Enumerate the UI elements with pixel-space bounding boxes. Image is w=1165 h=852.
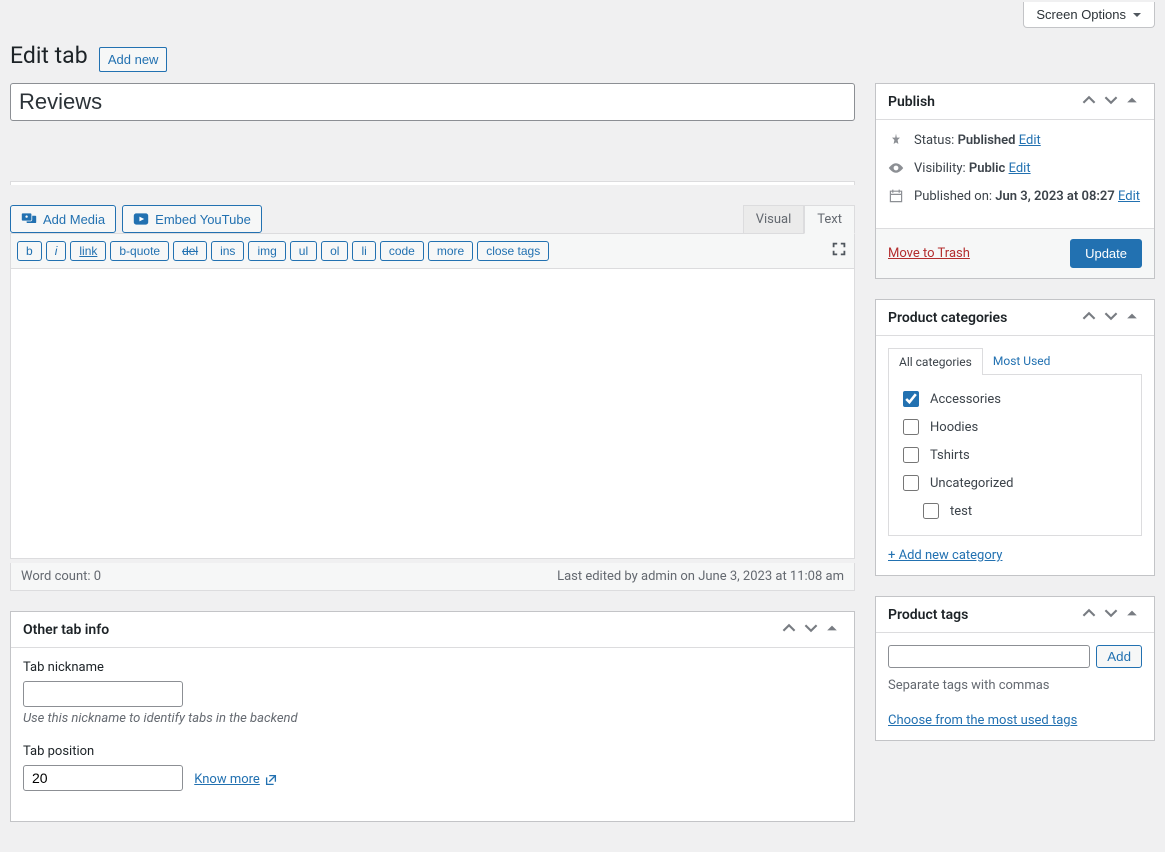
toggle-icon[interactable] [822, 622, 842, 638]
other-tab-title: Other tab info [23, 622, 778, 638]
published-label: Published on: [914, 189, 992, 204]
know-more-label: Know more [194, 772, 260, 787]
category-item: Uncategorized [899, 469, 1131, 497]
nickname-label: Tab nickname [23, 660, 842, 675]
position-input[interactable] [23, 765, 183, 791]
move-down-icon[interactable] [1100, 309, 1122, 327]
qt-img[interactable]: img [248, 241, 285, 261]
publish-title: Publish [888, 94, 1078, 110]
qt-ul[interactable]: ul [290, 241, 317, 261]
category-item: test [899, 497, 1131, 525]
category-item: Accessories [899, 385, 1131, 413]
move-to-trash-link[interactable]: Move to Trash [888, 246, 970, 261]
content-textarea[interactable] [10, 269, 855, 559]
category-list: Accessories Hoodies Tshirts Uncategorized te… [888, 374, 1142, 536]
qt-close[interactable]: close tags [477, 241, 549, 261]
qt-bquote[interactable]: b-quote [110, 241, 169, 261]
categories-title: Product categories [888, 310, 1078, 326]
tab-text[interactable]: Text [804, 205, 855, 234]
category-checkbox[interactable] [923, 503, 939, 519]
qt-more[interactable]: more [428, 241, 473, 261]
move-down-icon[interactable] [1100, 606, 1122, 624]
toggle-icon[interactable] [1122, 94, 1142, 110]
category-label: Uncategorized [930, 476, 1013, 491]
move-down-icon[interactable] [800, 621, 822, 639]
toggle-icon[interactable] [1122, 310, 1142, 326]
add-media-button[interactable]: Add Media [10, 205, 116, 233]
add-new-category-link[interactable]: + Add new category [888, 548, 1002, 563]
visibility-label: Visibility: [914, 161, 966, 176]
position-label: Tab position [23, 744, 842, 759]
qt-ins[interactable]: ins [211, 241, 244, 261]
tag-input[interactable] [888, 645, 1090, 668]
qt-bold[interactable]: b [17, 241, 42, 261]
post-title-input[interactable] [10, 83, 855, 121]
category-checkbox[interactable] [903, 475, 919, 491]
category-item: Hoodies [899, 413, 1131, 441]
category-label: test [950, 504, 972, 519]
tab-most-used[interactable]: Most Used [983, 348, 1061, 375]
move-down-icon[interactable] [1100, 93, 1122, 111]
qt-ol[interactable]: ol [321, 241, 348, 261]
category-item: Tshirts [899, 441, 1131, 469]
move-up-icon[interactable] [778, 621, 800, 639]
add-new-button[interactable]: Add new [99, 47, 168, 72]
published-value: Jun 3, 2023 at 08:27 [995, 189, 1114, 204]
chevron-down-icon [1132, 10, 1142, 20]
embed-youtube-label: Embed YouTube [155, 212, 251, 227]
update-button[interactable]: Update [1070, 239, 1142, 268]
nickname-hint: Use this nickname to identify tabs in th… [23, 711, 842, 726]
qt-link[interactable]: link [70, 241, 106, 261]
nickname-input[interactable] [23, 681, 183, 707]
visibility-value: Public [969, 161, 1005, 176]
qt-del[interactable]: del [173, 241, 207, 261]
embed-youtube-button[interactable]: Embed YouTube [122, 205, 262, 233]
editor-top-bar [10, 181, 855, 185]
calendar-icon [888, 188, 904, 204]
category-label: Hoodies [930, 420, 978, 435]
category-label: Tshirts [930, 448, 970, 463]
published-edit-link[interactable]: Edit [1118, 189, 1140, 204]
tab-all-categories[interactable]: All categories [888, 348, 983, 375]
add-tag-button[interactable]: Add [1096, 645, 1142, 668]
qt-code[interactable]: code [380, 241, 424, 261]
category-label: Accessories [930, 392, 1001, 407]
tab-visual[interactable]: Visual [743, 205, 805, 234]
external-link-icon [264, 773, 278, 787]
media-icon [21, 211, 37, 227]
toggle-icon[interactable] [1122, 607, 1142, 623]
word-count: Word count: 0 [21, 569, 101, 584]
screen-options-label: Screen Options [1036, 7, 1126, 22]
add-media-label: Add Media [43, 212, 105, 227]
eye-icon [888, 160, 904, 176]
category-checkbox[interactable] [903, 447, 919, 463]
category-checkbox[interactable] [903, 391, 919, 407]
screen-options-button[interactable]: Screen Options [1023, 2, 1155, 28]
tags-helper: Separate tags with commas [888, 678, 1142, 693]
quicktags-toolbar: b i link b-quote del ins img ul ol li co… [10, 233, 855, 269]
know-more-link[interactable]: Know more [194, 772, 278, 787]
qt-li[interactable]: li [352, 241, 375, 261]
visibility-edit-link[interactable]: Edit [1009, 161, 1031, 176]
status-label: Status: [914, 133, 954, 148]
choose-tags-link[interactable]: Choose from the most used tags [888, 713, 1077, 728]
pin-icon [888, 132, 904, 148]
move-up-icon[interactable] [1078, 309, 1100, 327]
category-checkbox[interactable] [903, 419, 919, 435]
qt-italic[interactable]: i [46, 241, 67, 261]
page-title: Edit tab [10, 33, 88, 73]
tags-title: Product tags [888, 607, 1078, 623]
move-up-icon[interactable] [1078, 606, 1100, 624]
fullscreen-icon[interactable] [830, 240, 848, 262]
youtube-icon [133, 211, 149, 227]
status-value: Published [958, 133, 1016, 148]
move-up-icon[interactable] [1078, 93, 1100, 111]
status-edit-link[interactable]: Edit [1019, 133, 1041, 148]
last-edited: Last edited by admin on June 3, 2023 at … [557, 569, 844, 584]
